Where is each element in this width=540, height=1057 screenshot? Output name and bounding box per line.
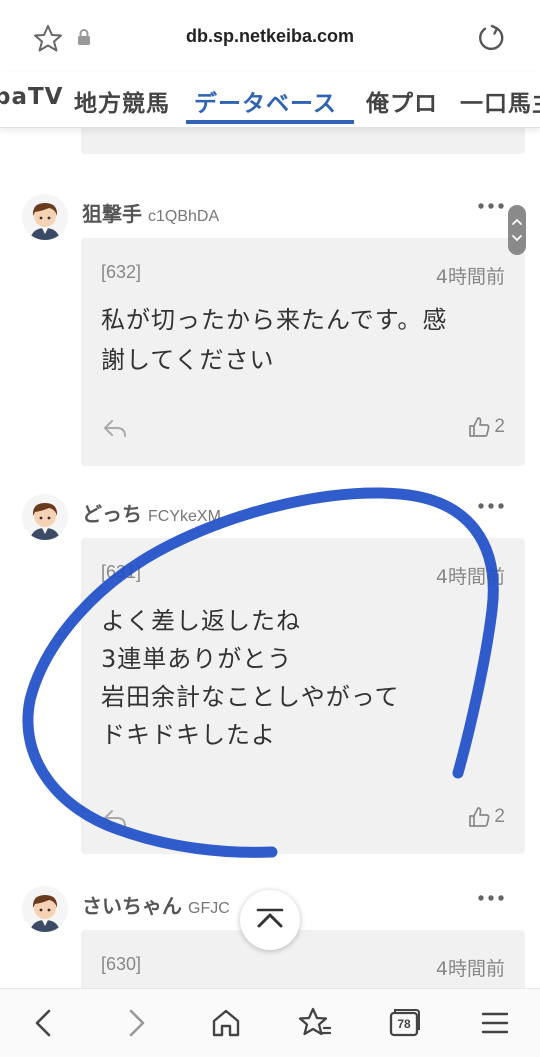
like-count: 2 [494, 416, 505, 437]
reply-icon[interactable] [103, 808, 127, 830]
bookmarks-icon[interactable] [297, 1005, 333, 1041]
like-count: 2 [494, 806, 505, 827]
avatar[interactable] [22, 194, 68, 240]
comment-list: 狙撃手 c1QBhDA [632] 4時間前 私が切ったから来たんです。感 謝して… [0, 128, 540, 988]
browser-bottom-nav: 78 [0, 988, 540, 1057]
comment-line: ドキドキしたよ [101, 721, 276, 749]
menu-icon[interactable] [477, 1005, 513, 1041]
tab-ore-pro[interactable]: 俺プロ [366, 84, 438, 118]
user-avatar-icon [22, 194, 68, 240]
reply-icon[interactable] [103, 418, 127, 440]
tab-abematv[interactable]: baTV [0, 84, 63, 110]
comment-line: よく差し返したね [101, 607, 301, 635]
comment-time: 4時間前 [435, 266, 505, 288]
browser-url-bar: db.sp.netkeiba.com [0, 0, 540, 72]
comment-line: 私が切ったから来たんです。感 [101, 306, 448, 334]
comment-number: [632] [101, 262, 142, 282]
comment-item: どっち FCYkeXM [631] 4時間前 よく差し返したね 3連単ありがとう … [0, 494, 540, 854]
like-button[interactable]: 2 [468, 806, 505, 828]
home-icon[interactable] [208, 1005, 244, 1041]
reload-icon[interactable] [476, 22, 508, 54]
site-tab-bar: baTV 地方競馬 データベース 俺プロ 一口馬主 [0, 72, 540, 128]
tab-chiho-keiba[interactable]: 地方競馬 [74, 84, 170, 118]
comment-username: 狙撃手 [82, 202, 142, 226]
back-icon[interactable] [26, 1005, 62, 1041]
like-button[interactable]: 2 [468, 416, 505, 438]
comment-time: 4時間前 [435, 958, 505, 980]
comment-time: 4時間前 [435, 566, 505, 588]
url-text[interactable]: db.sp.netkeiba.com [0, 26, 540, 47]
avatar[interactable] [22, 886, 68, 932]
comment-username: どっち [82, 502, 142, 526]
comment-number: [630] [101, 954, 142, 974]
previous-comment-card [81, 128, 525, 154]
tabs-button[interactable]: 78 [386, 1005, 422, 1041]
comment-author[interactable]: さいちゃん GFJC [82, 890, 230, 919]
comment-card: [631] 4時間前 よく差し返したね 3連単ありがとう 岩田余計なことしやがっ… [81, 538, 525, 854]
comment-number: [631] [101, 562, 142, 582]
comment-card: [630] 4時間前 [81, 930, 525, 988]
comment-item: 狙撃手 c1QBhDA [632] 4時間前 私が切ったから来たんです。感 謝して… [0, 194, 540, 466]
comment-body: 私が切ったから来たんです。感 謝してください [101, 300, 511, 380]
scroll-arrows-icon [512, 218, 522, 242]
avatar[interactable] [22, 494, 68, 540]
thumbs-up-icon [469, 807, 490, 827]
back-to-top-button[interactable] [240, 890, 300, 950]
chevron-up-icon [256, 908, 284, 928]
user-avatar-icon [22, 886, 68, 932]
comment-user-id: FCYkeXM [148, 508, 221, 525]
more-options-icon[interactable] [474, 196, 508, 216]
more-options-icon[interactable] [474, 888, 508, 908]
comment-line: 謝してください [101, 346, 275, 374]
comment-author[interactable]: 狙撃手 c1QBhDA [82, 198, 219, 227]
comment-user-id: GFJC [188, 900, 230, 917]
comment-body: よく差し返したね 3連単ありがとう 岩田余計なことしやがって ドキドキしたよ [101, 602, 511, 754]
active-tab-underline [186, 120, 354, 124]
comment-username: さいちゃん [82, 894, 182, 918]
tab-count: 78 [397, 1017, 411, 1031]
thumbs-up-icon [469, 417, 490, 437]
scroll-handle[interactable] [508, 205, 526, 255]
tab-hitokuchi[interactable]: 一口馬主 [460, 84, 540, 118]
more-options-icon[interactable] [474, 496, 508, 516]
user-avatar-icon [22, 494, 68, 540]
comment-line: 岩田余計なことしやがって [101, 683, 400, 711]
comment-card: [632] 4時間前 私が切ったから来たんです。感 謝してください 2 [81, 238, 525, 466]
forward-icon[interactable] [118, 1005, 154, 1041]
tab-database[interactable]: データベース [194, 84, 337, 118]
comment-line: 3連単ありがとう [101, 645, 293, 673]
comment-author[interactable]: どっち FCYkeXM [82, 498, 221, 527]
comment-user-id: c1QBhDA [148, 208, 220, 225]
